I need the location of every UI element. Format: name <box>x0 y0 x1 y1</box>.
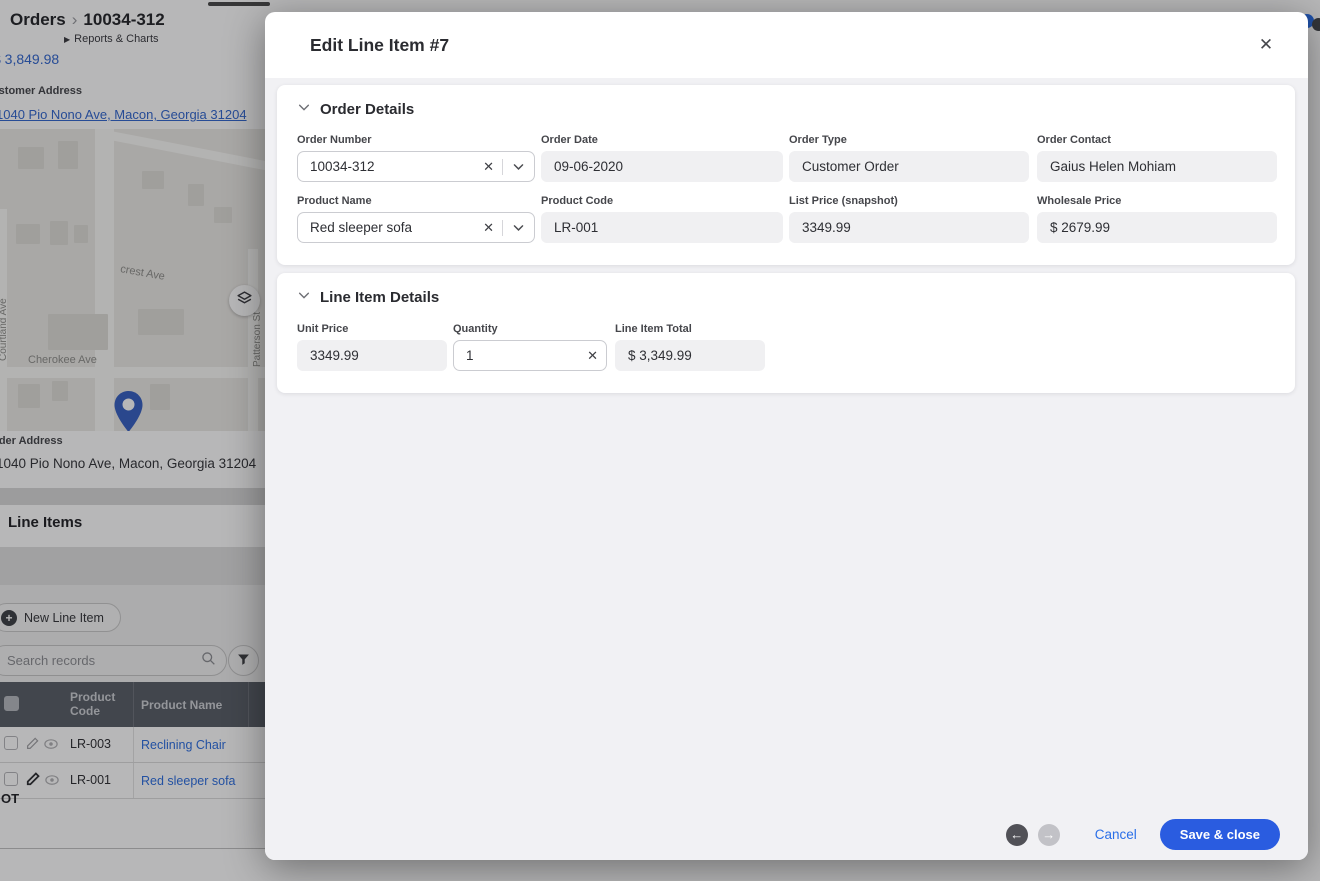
product-code-label: Product Code <box>541 195 783 207</box>
line-item-total-value: $ 3,349.99 <box>615 340 765 371</box>
order-contact-label: Order Contact <box>1037 134 1277 146</box>
chevron-down-icon <box>297 100 311 119</box>
line-item-details-card: Line Item Details Unit Price 3349.99 Qua… <box>277 273 1295 393</box>
order-type-value: Customer Order <box>789 151 1029 182</box>
product-code-value: LR-001 <box>541 212 783 243</box>
clear-icon[interactable]: ✕ <box>475 220 502 236</box>
order-date-value: 09-06-2020 <box>541 151 783 182</box>
unit-price-label: Unit Price <box>297 323 447 335</box>
line-item-details-title: Line Item Details <box>320 289 439 306</box>
list-price-label: List Price (snapshot) <box>789 195 1029 207</box>
chevron-down-icon <box>297 288 311 307</box>
order-details-title: Order Details <box>320 101 414 118</box>
clear-icon[interactable]: ✕ <box>579 348 606 364</box>
close-icon[interactable]: ✕ <box>1248 27 1284 63</box>
product-name-input[interactable] <box>298 220 475 235</box>
product-name-label: Product Name <box>297 195 535 207</box>
order-type-label: Order Type <box>789 134 1029 146</box>
edit-line-item-modal: Edit Line Item #7 ✕ Order Details Order … <box>265 12 1308 860</box>
quantity-label: Quantity <box>453 323 607 335</box>
modal-header: Edit Line Item #7 ✕ <box>265 12 1308 78</box>
unit-price-value: 3349.99 <box>297 340 447 371</box>
next-record-button[interactable]: → <box>1038 824 1060 846</box>
product-name-combobox: ✕ <box>297 212 535 243</box>
order-details-card: Order Details Order Number ✕ Orde <box>277 85 1295 265</box>
order-date-label: Order Date <box>541 134 783 146</box>
clear-icon[interactable]: ✕ <box>475 159 502 175</box>
order-details-section-toggle[interactable]: Order Details <box>297 100 414 119</box>
order-contact-value: Gaius Helen Mohiam <box>1037 151 1277 182</box>
modal-footer: ← → Cancel Save & close <box>1006 819 1280 850</box>
order-number-input[interactable] <box>298 159 475 174</box>
modal-body: Order Details Order Number ✕ Orde <box>265 78 1308 860</box>
screen: Orders›10034-312 ▶Reports & Charts $ 3,8… <box>0 0 1320 881</box>
quantity-field: ✕ <box>453 340 607 371</box>
chevron-down-icon[interactable] <box>503 160 534 173</box>
cancel-button[interactable]: Cancel <box>1095 827 1137 842</box>
order-number-combobox: ✕ <box>297 151 535 182</box>
line-item-details-section-toggle[interactable]: Line Item Details <box>297 288 439 307</box>
wholesale-price-value: $ 2679.99 <box>1037 212 1277 243</box>
order-number-label: Order Number <box>297 134 535 146</box>
save-and-close-button[interactable]: Save & close <box>1160 819 1280 850</box>
line-item-total-label: Line Item Total <box>615 323 765 335</box>
chevron-down-icon[interactable] <box>503 221 534 234</box>
list-price-value: 3349.99 <box>789 212 1029 243</box>
previous-record-button[interactable]: ← <box>1006 824 1028 846</box>
quantity-input[interactable] <box>454 348 579 363</box>
wholesale-price-label: Wholesale Price <box>1037 195 1277 207</box>
modal-title: Edit Line Item #7 <box>310 35 449 56</box>
